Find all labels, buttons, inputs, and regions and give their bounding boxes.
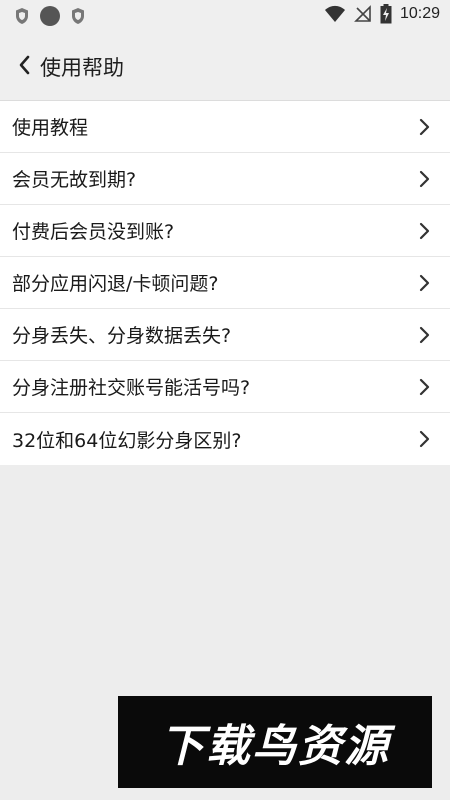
list-item[interactable]: 会员无故到期? <box>0 153 450 205</box>
list-item-label: 32位和64位幻影分身区别? <box>12 429 242 452</box>
app-header: 使用帮助 <box>0 32 450 101</box>
chevron-right-icon <box>419 274 430 291</box>
shield-icon <box>16 8 28 24</box>
chevron-right-icon <box>419 170 430 187</box>
list-item[interactable]: 付费后会员没到账? <box>0 205 450 257</box>
shield-icon <box>72 8 84 24</box>
list-item[interactable]: 部分应用闪退/卡顿问题? <box>0 257 450 309</box>
status-bar: 10:29 <box>0 0 450 32</box>
chevron-right-icon <box>419 118 430 135</box>
circle-icon <box>40 6 60 26</box>
battery-charging-icon <box>380 4 392 24</box>
list-item-label: 使用教程 <box>12 117 89 139</box>
help-list: 使用教程 会员无故到期? 付费后会员没到账? 部分应用闪退/卡顿问题? 分身丢失… <box>0 101 450 465</box>
chevron-right-icon <box>419 430 430 448</box>
list-item[interactable]: 32位和64位幻影分身区别? <box>0 413 450 465</box>
chevron-right-icon <box>419 222 430 239</box>
watermark-logo: 下载鸟资源 <box>118 696 432 788</box>
list-item-label: 分身注册社交账号能活号吗? <box>12 377 251 399</box>
page-title: 使用帮助 <box>40 56 124 80</box>
no-signal-icon <box>354 5 371 22</box>
list-item[interactable]: 分身丢失、分身数据丢失? <box>0 309 450 361</box>
list-item[interactable]: 使用教程 <box>0 101 450 153</box>
list-item-label: 分身丢失、分身数据丢失? <box>12 325 232 347</box>
watermark-text: 下载鸟资源 <box>160 721 390 772</box>
list-item[interactable]: 分身注册社交账号能活号吗? <box>0 361 450 413</box>
chevron-left-icon[interactable] <box>16 54 34 76</box>
list-item-label: 付费后会员没到账? <box>12 221 175 243</box>
chevron-right-icon <box>419 326 430 343</box>
list-item-label: 部分应用闪退/卡顿问题? <box>12 273 219 295</box>
list-item-label: 会员无故到期? <box>12 169 137 191</box>
status-time: 10:29 <box>399 5 440 22</box>
chevron-right-icon <box>419 378 430 395</box>
wifi-icon <box>324 5 345 22</box>
